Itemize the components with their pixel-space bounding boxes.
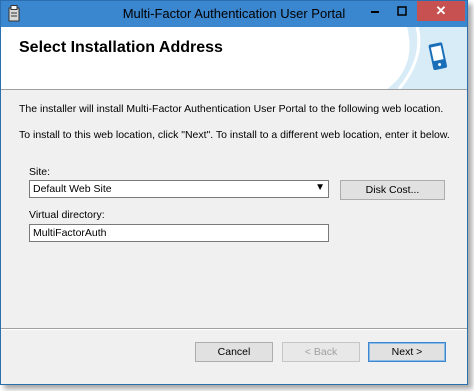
next-button[interactable]: Next > — [368, 342, 446, 362]
title-bar[interactable]: Multi-Factor Authentication User Portal … — [1, 1, 467, 27]
site-select[interactable]: Default Web Site ▼ — [29, 180, 329, 198]
install-description: The installer will install Multi-Factor … — [19, 103, 444, 115]
site-label: Site: — [29, 166, 51, 178]
virtual-directory-label: Virtual directory: — [29, 209, 105, 221]
close-icon: ✕ — [435, 3, 447, 18]
maximize-button[interactable] — [389, 1, 415, 21]
phone-banner-icon — [387, 27, 467, 89]
chevron-down-icon: ▼ — [315, 182, 325, 193]
virtual-directory-input[interactable]: MultiFactorAuth — [29, 224, 329, 242]
disk-cost-button[interactable]: Disk Cost... — [340, 180, 445, 200]
minimize-icon — [371, 11, 379, 13]
virtual-directory-value: MultiFactorAuth — [33, 227, 107, 239]
back-button[interactable]: < Back — [282, 342, 360, 362]
maximize-icon — [397, 6, 407, 16]
close-button[interactable]: ✕ — [417, 1, 465, 21]
wizard-header: Select Installation Address — [1, 27, 467, 90]
install-instructions: To install to this web location, click "… — [19, 129, 450, 141]
minimize-button[interactable] — [362, 1, 388, 21]
page-title: Select Installation Address — [19, 39, 223, 56]
installer-window: Multi-Factor Authentication User Portal … — [0, 0, 468, 385]
footer-separator — [1, 328, 467, 330]
site-selected-value: Default Web Site — [33, 183, 112, 195]
cancel-button[interactable]: Cancel — [195, 342, 273, 362]
